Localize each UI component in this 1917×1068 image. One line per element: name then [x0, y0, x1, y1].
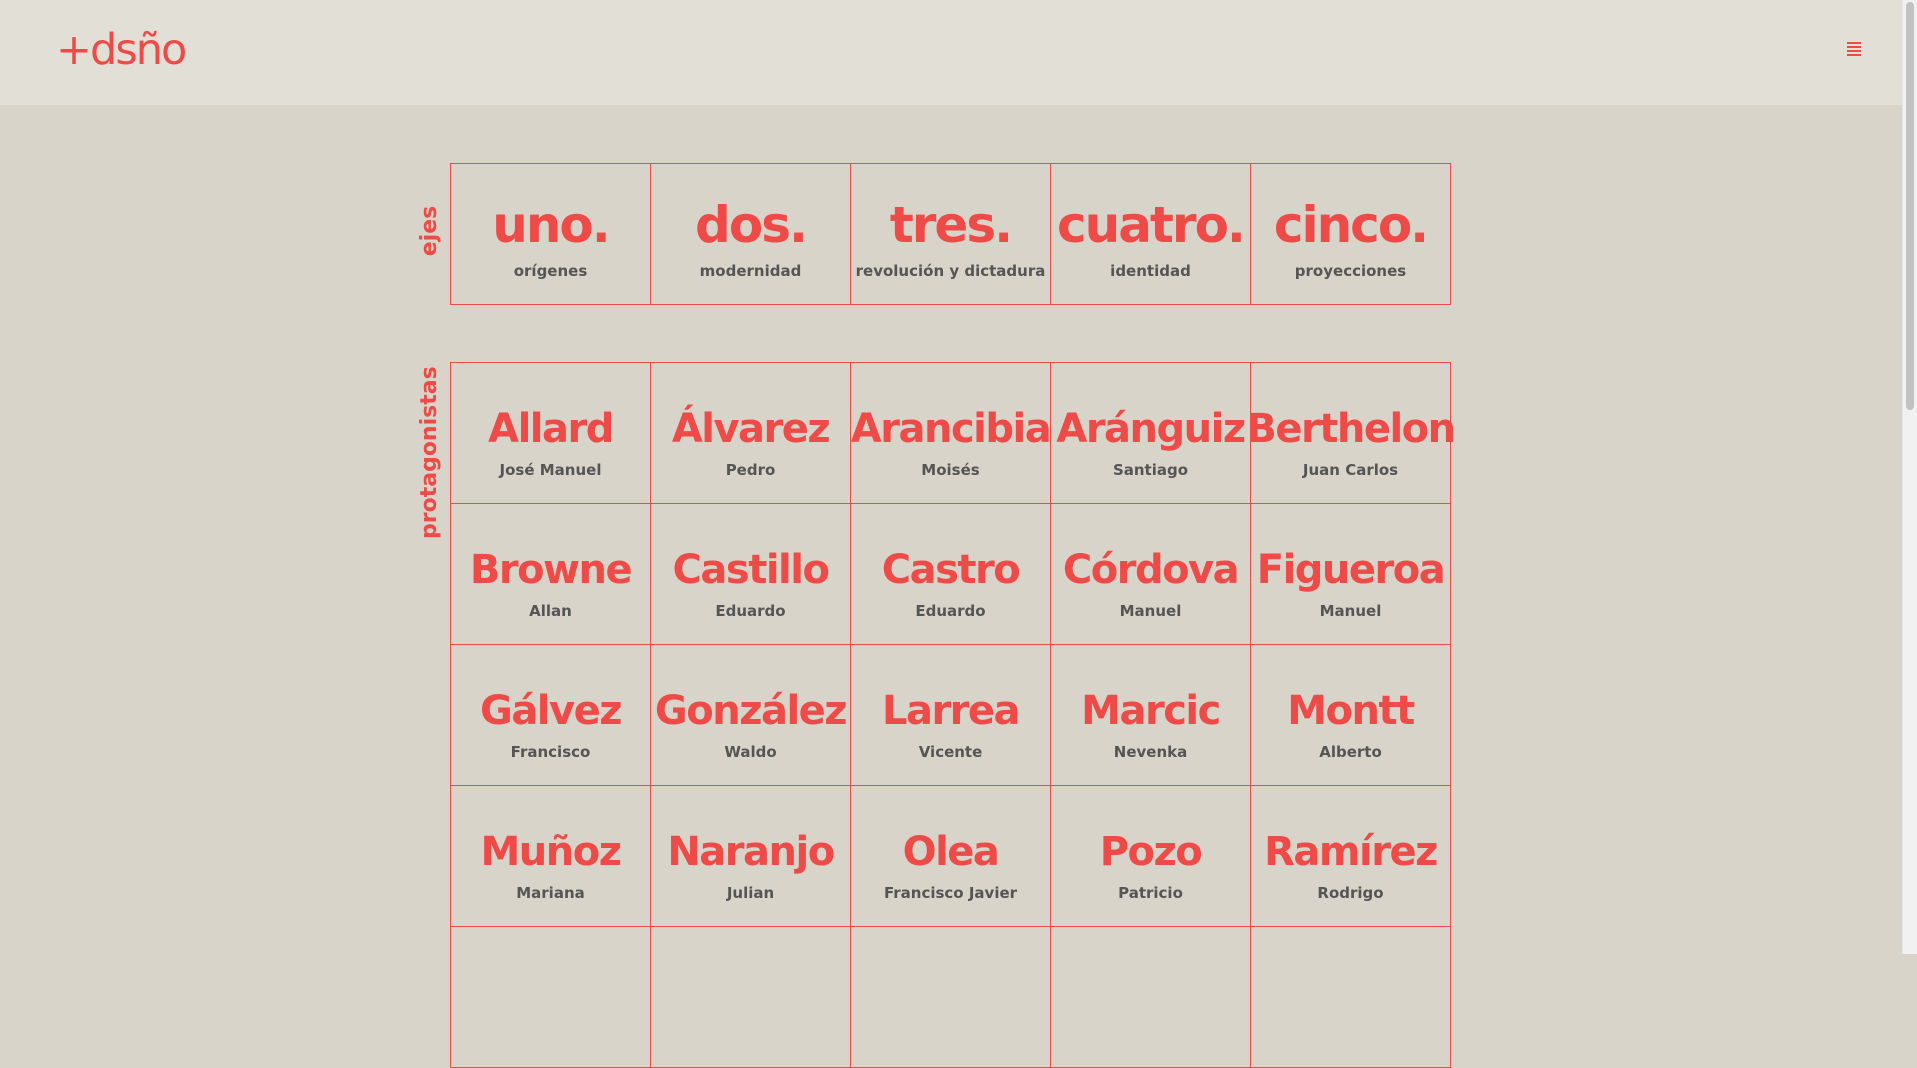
axis-card-subtitle: orígenes [513, 262, 588, 280]
protagonist-name: Eduardo [715, 602, 786, 620]
protagonist-name: Eduardo [915, 602, 986, 620]
protagonist-card[interactable]: Córdova Manuel [1051, 504, 1251, 645]
protagonist-surname: Ramírez [1264, 829, 1438, 875]
protagonist-card[interactable]: Browne Allan [451, 504, 651, 645]
protagonist-name: José Manuel [499, 461, 602, 479]
protagonist-surname: Montt [1287, 688, 1415, 734]
protagonist-surname: Arancibia [850, 406, 1052, 452]
protagonist-surname: Naranjo [667, 829, 835, 875]
protagonist-card[interactable]: Muñoz Mariana [451, 786, 651, 927]
protagonist-card[interactable]: Ramírez Rodrigo [1251, 786, 1451, 927]
protagonist-surname: Córdova [1062, 547, 1240, 593]
protagonist-card[interactable]: Gálvez Francisco [451, 645, 651, 786]
protagonist-surname: Marcic [1081, 688, 1221, 734]
protagonist-card[interactable]: Marcic Nevenka [1051, 645, 1251, 786]
axis-card-title: cinco. [1273, 196, 1429, 254]
axis-card-subtitle: revolución y dictadura [855, 262, 1046, 280]
scrollbar-thumb[interactable] [1906, 2, 1914, 410]
ejes-grid: uno. orígenes dos. modernidad tres. revo… [450, 163, 1451, 305]
protagonist-card-partial[interactable] [451, 927, 651, 1068]
protagonistas-grid: Allard José Manuel Álvarez Pedro Arancib… [450, 362, 1456, 1068]
axis-card-cuatro[interactable]: cuatro. identidad [1051, 164, 1251, 305]
protagonist-surname: González [654, 688, 848, 734]
protagonist-card[interactable]: Pozo Patricio [1051, 786, 1251, 927]
protagonist-card[interactable]: Castillo Eduardo [651, 504, 851, 645]
axis-card-title: tres. [889, 196, 1013, 254]
protagonist-card[interactable]: Larrea Vicente [851, 645, 1051, 786]
protagonist-name: Francisco [510, 743, 591, 761]
protagonist-card[interactable]: Olea Francisco Javier [851, 786, 1051, 927]
axis-card-cinco[interactable]: cinco. proyecciones [1251, 164, 1451, 305]
vertical-scrollbar[interactable] [1902, 0, 1917, 954]
protagonist-card[interactable]: Naranjo Julian [651, 786, 851, 927]
protagonist-name: Santiago [1112, 461, 1189, 479]
site-header: +dsño [0, 0, 1903, 105]
protagonist-name: Juan Carlos [1302, 461, 1399, 479]
protagonist-card[interactable]: Berthelon Juan Carlos [1246, 363, 1456, 504]
protagonist-card[interactable]: Arancibia Moisés [850, 363, 1052, 504]
protagonist-name: Vicente [918, 743, 983, 761]
protagonist-card-partial[interactable] [851, 927, 1051, 1068]
protagonist-name: Nevenka [1113, 743, 1188, 761]
protagonist-surname: Berthelon [1246, 406, 1456, 452]
axis-card-subtitle: proyecciones [1294, 262, 1407, 280]
protagonist-name: Manuel [1319, 602, 1382, 620]
protagonist-name: Moisés [921, 461, 980, 479]
protagonist-card[interactable]: Álvarez Pedro [651, 363, 851, 504]
protagonist-card[interactable]: Montt Alberto [1251, 645, 1451, 786]
protagonist-surname: Muñoz [480, 829, 622, 875]
protagonist-surname: Allard [488, 406, 614, 452]
protagonist-name: Patricio [1118, 884, 1183, 902]
axis-card-title: uno. [492, 196, 611, 254]
hamburger-menu-icon[interactable] [1847, 42, 1861, 58]
protagonistas-section-label: protagonistas [417, 366, 442, 539]
protagonist-surname: Pozo [1099, 829, 1203, 875]
protagonist-surname: Aránguiz [1056, 406, 1246, 452]
axis-card-subtitle: identidad [1110, 262, 1191, 280]
protagonist-surname: Álvarez [671, 406, 831, 452]
ejes-section-label: ejes [417, 205, 442, 257]
protagonist-surname: Figueroa [1256, 547, 1446, 593]
protagonist-card[interactable]: González Waldo [651, 645, 851, 786]
protagonist-name: Rodrigo [1317, 884, 1384, 902]
protagonist-surname: Gálvez [479, 688, 623, 734]
axis-card-dos[interactable]: dos. modernidad [651, 164, 851, 305]
protagonist-surname: Browne [469, 547, 633, 593]
protagonist-card[interactable]: Aránguiz Santiago [1051, 363, 1251, 504]
protagonist-surname: Olea [902, 829, 1000, 875]
protagonist-name: Francisco Javier [883, 884, 1018, 902]
axis-card-title: cuatro. [1057, 196, 1246, 254]
axis-card-uno[interactable]: uno. orígenes [451, 164, 651, 305]
protagonist-surname: Larrea [881, 688, 1021, 734]
axis-card-title: dos. [695, 196, 808, 254]
protagonist-card-partial[interactable] [1051, 927, 1251, 1068]
protagonist-card[interactable]: Castro Eduardo [851, 504, 1051, 645]
axis-card-tres[interactable]: tres. revolución y dictadura [851, 164, 1051, 305]
protagonist-name: Pedro [725, 461, 776, 479]
protagonist-surname: Castro [881, 547, 1021, 593]
protagonist-name: Allan [529, 602, 572, 620]
protagonist-card[interactable]: Allard José Manuel [451, 363, 651, 504]
axis-card-subtitle: modernidad [699, 262, 802, 280]
protagonist-name: Mariana [516, 884, 585, 902]
protagonist-name: Alberto [1319, 743, 1382, 761]
protagonist-card-partial[interactable] [1251, 927, 1451, 1068]
protagonist-name: Julian [726, 884, 775, 902]
protagonist-name: Waldo [724, 743, 777, 761]
protagonist-name: Manuel [1119, 602, 1182, 620]
protagonist-card-partial[interactable] [651, 927, 851, 1068]
protagonist-surname: Castillo [672, 547, 830, 593]
protagonist-card[interactable]: Figueroa Manuel [1251, 504, 1451, 645]
site-logo[interactable]: +dsño [56, 22, 187, 78]
